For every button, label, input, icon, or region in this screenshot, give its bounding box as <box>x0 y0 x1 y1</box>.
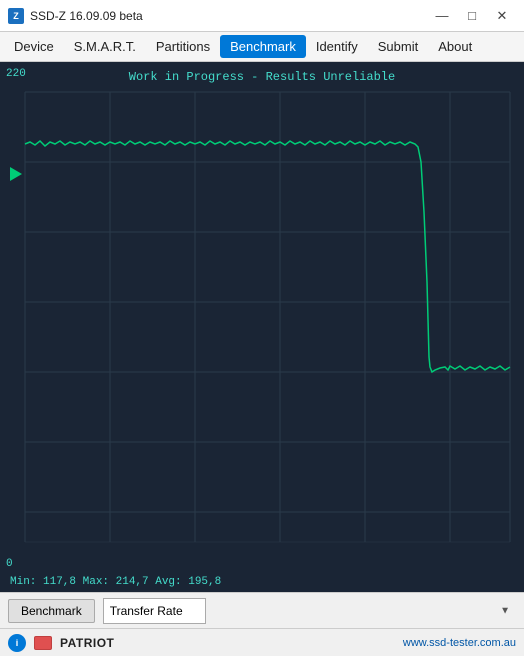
maximize-button[interactable]: □ <box>458 5 486 27</box>
info-icon: i <box>8 634 26 652</box>
menu-benchmark[interactable]: Benchmark <box>220 35 306 58</box>
app-title: SSD-Z 16.09.09 beta <box>30 9 143 23</box>
stats-bar: Min: 117,8 Max: 214,7 Avg: 195,8 <box>0 572 524 592</box>
menu-submit[interactable]: Submit <box>368 35 428 58</box>
menu-about[interactable]: About <box>428 35 482 58</box>
close-button[interactable]: ✕ <box>488 5 516 27</box>
benchmark-button[interactable]: Benchmark <box>8 599 95 623</box>
drive-icon <box>34 636 52 650</box>
stats-text: Min: 117,8 Max: 214,7 Avg: 195,8 <box>10 576 221 588</box>
menu-smart[interactable]: S.M.A.R.T. <box>64 35 146 58</box>
minimize-button[interactable]: — <box>428 5 456 27</box>
benchmark-chart <box>0 62 524 572</box>
title-bar: Z SSD-Z 16.09.09 beta — □ ✕ <box>0 0 524 32</box>
bottom-toolbar: Benchmark Transfer Rate Random Read Rand… <box>0 592 524 628</box>
transfer-type-dropdown[interactable]: Transfer Rate Random Read Random Write S… <box>103 598 206 624</box>
chart-container: Work in Progress - Results Unreliable 22… <box>0 62 524 592</box>
website-link: www.ssd-tester.com.au <box>403 637 516 649</box>
app-icon: Z <box>8 8 24 24</box>
drive-label: PATRIOT <box>60 636 114 650</box>
menu-identify[interactable]: Identify <box>306 35 368 58</box>
title-bar-left: Z SSD-Z 16.09.09 beta <box>8 8 143 24</box>
menu-partitions[interactable]: Partitions <box>146 35 220 58</box>
dropdown-arrow-icon: ▼ <box>500 605 510 616</box>
transfer-type-dropdown-wrapper: Transfer Rate Random Read Random Write S… <box>103 598 516 624</box>
window-controls: — □ ✕ <box>428 5 516 27</box>
menu-device[interactable]: Device <box>4 35 64 58</box>
menu-bar: Device S.M.A.R.T. Partitions Benchmark I… <box>0 32 524 62</box>
status-bar: i PATRIOT www.ssd-tester.com.au <box>0 628 524 656</box>
